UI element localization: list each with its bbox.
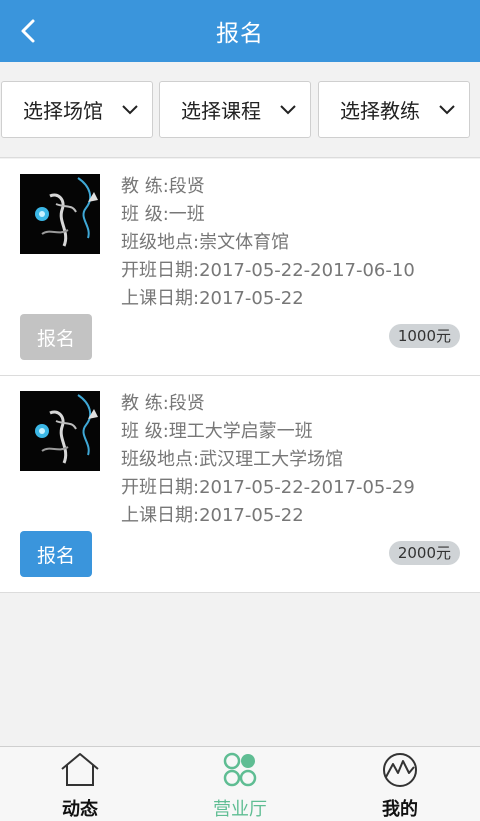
class-name-text: 班 级:理工大学启蒙一班	[121, 421, 313, 442]
tab-mine-label: 我的	[382, 799, 418, 820]
chevron-down-icon	[280, 105, 296, 115]
location-text: 班级地点:武汉理工大学场馆	[121, 449, 344, 470]
open-dates-text: 开班日期:2017-05-22-2017-05-29	[121, 477, 415, 498]
class-info: 教 练:段贤 班 级:理工大学启蒙一班 班级地点:武汉理工大学场馆 开班日期:2…	[121, 390, 415, 530]
signup-button[interactable]: 报名	[20, 531, 92, 577]
class-info: 教 练:段贤 班 级:一班 班级地点:崇文体育馆 开班日期:2017-05-22…	[121, 173, 415, 313]
tab-mine[interactable]: 我的	[320, 747, 480, 821]
tab-dynamics[interactable]: 动态	[0, 747, 160, 821]
home-icon	[61, 753, 99, 786]
tab-business-hall-label: 营业厅	[213, 799, 267, 820]
class-name-text: 班 级:一班	[121, 204, 205, 225]
filter-bar: 选择场馆 选择课程 选择教练	[0, 62, 480, 158]
course-select-label: 选择课程	[181, 99, 261, 123]
price-badge: 2000元	[388, 541, 460, 565]
lesson-date-text: 上课日期:2017-05-22	[121, 288, 304, 309]
coach-select[interactable]: 选择教练	[318, 81, 470, 138]
coach-select-label: 选择教练	[340, 99, 420, 123]
price-badge: 1000元	[388, 324, 460, 348]
tab-business-hall[interactable]: 营业厅	[160, 747, 320, 821]
location-text: 班级地点:崇文体育馆	[121, 232, 290, 253]
circles-icon	[223, 752, 257, 787]
open-dates-text: 开班日期:2017-05-22-2017-06-10	[121, 260, 415, 281]
class-card: 教 练:段贤 班 级:一班 班级地点:崇文体育馆 开班日期:2017-05-22…	[0, 159, 480, 376]
class-card: 教 练:段贤 班 级:理工大学启蒙一班 班级地点:武汉理工大学场馆 开班日期:2…	[0, 376, 480, 593]
chevron-down-icon	[122, 105, 138, 115]
class-thumbnail	[20, 391, 100, 471]
bottom-tab-bar: 动态 营业厅 我的	[0, 746, 480, 821]
venue-select[interactable]: 选择场馆	[1, 81, 153, 138]
profile-icon	[383, 753, 417, 787]
header-bar: 报名	[0, 0, 480, 62]
chevron-down-icon	[439, 105, 455, 115]
class-thumbnail	[20, 174, 100, 254]
coach-text: 教 练:段贤	[121, 176, 205, 197]
venue-select-label: 选择场馆	[23, 99, 103, 123]
signup-button[interactable]: 报名	[20, 314, 92, 360]
coach-text: 教 练:段贤	[121, 393, 205, 414]
course-select[interactable]: 选择课程	[159, 81, 311, 138]
tab-dynamics-label: 动态	[62, 799, 98, 820]
page-title: 报名	[216, 21, 264, 47]
lesson-date-text: 上课日期:2017-05-22	[121, 505, 304, 526]
class-list: 教 练:段贤 班 级:一班 班级地点:崇文体育馆 开班日期:2017-05-22…	[0, 159, 480, 593]
back-icon[interactable]	[14, 16, 44, 46]
